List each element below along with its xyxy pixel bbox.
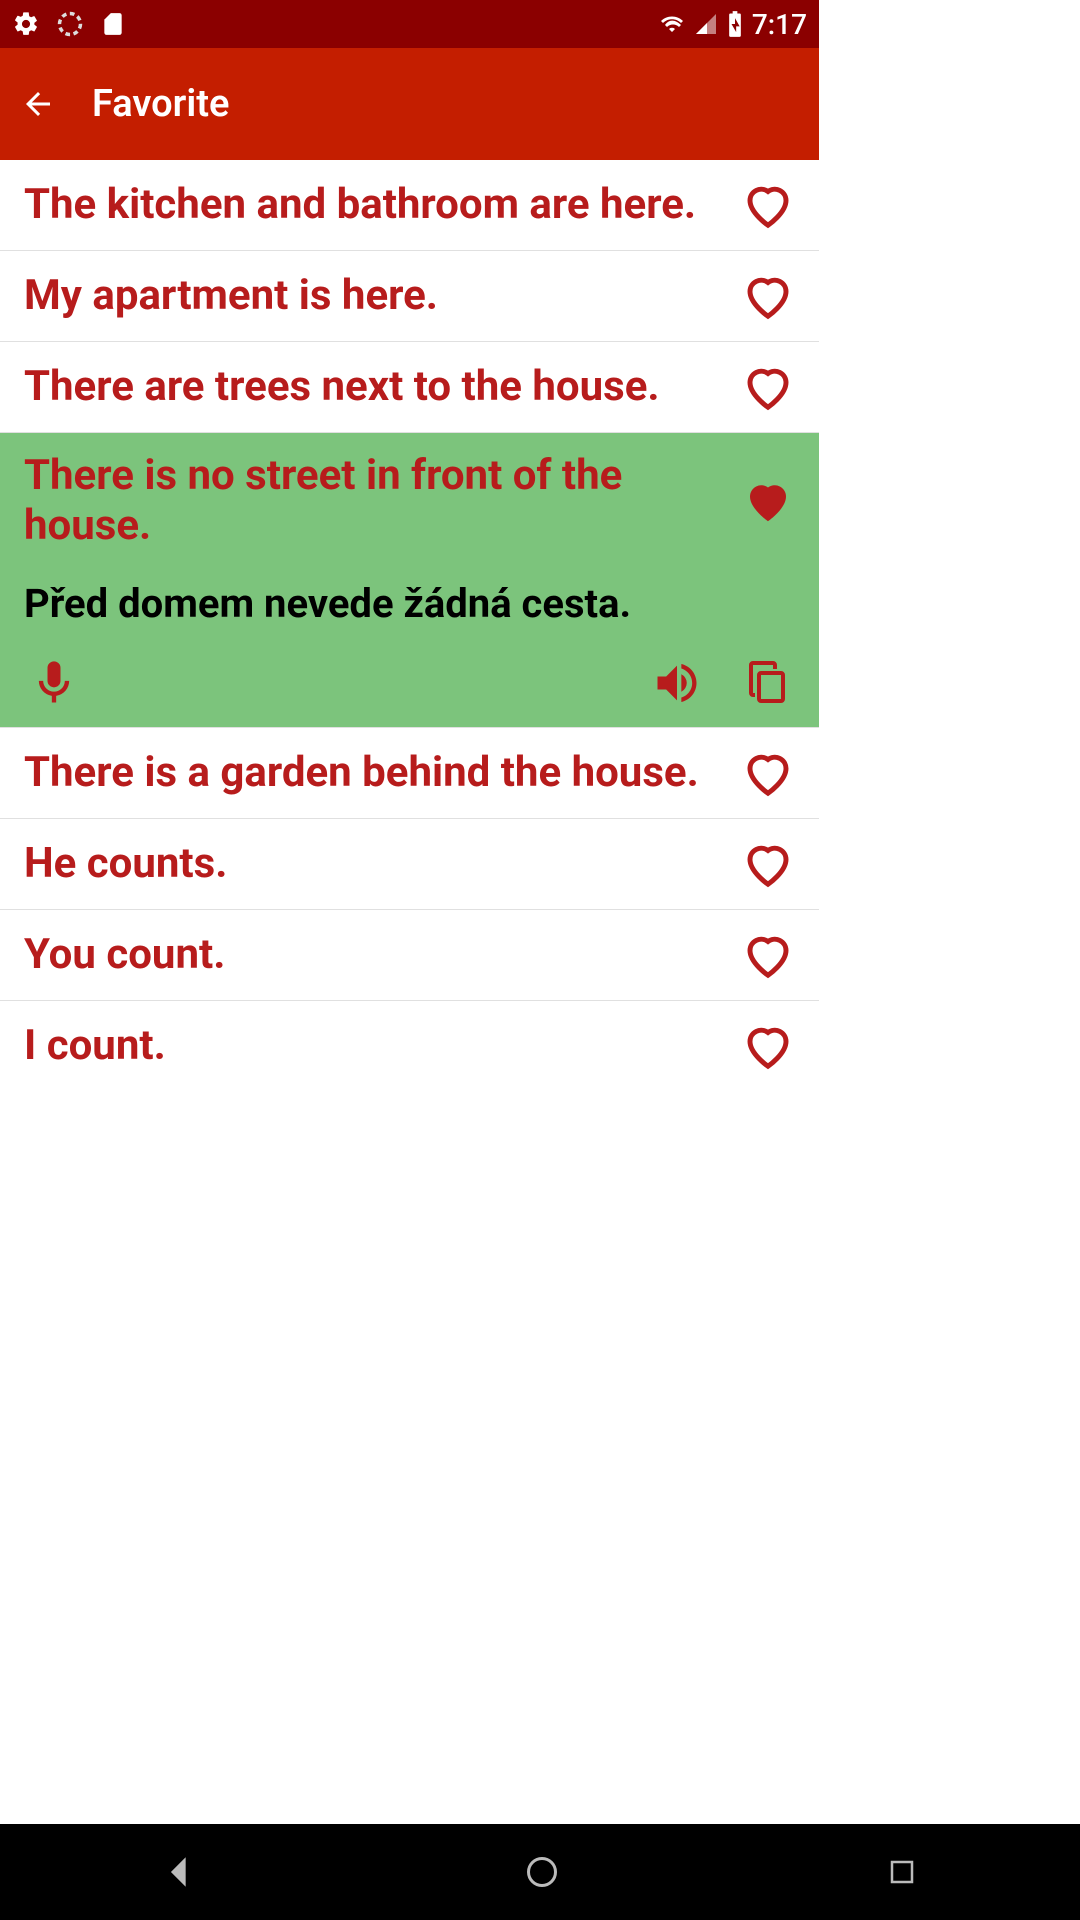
list-item[interactable]: The kitchen and bathroom are here. [0, 160, 819, 251]
page-title: Favorite [92, 82, 229, 126]
speaker-icon[interactable] [651, 657, 703, 709]
heart-outline-icon[interactable] [741, 178, 795, 232]
phrase-text: He counts. [24, 839, 725, 889]
phrase-text: I count. [24, 1021, 725, 1071]
sdcard-icon [100, 11, 126, 37]
back-button[interactable] [20, 86, 56, 122]
status-left-icons [12, 10, 126, 38]
phrase-text: The kitchen and bathroom are here. [24, 180, 725, 230]
phrase-text: There is no street in front of the house… [24, 451, 725, 552]
status-time: 7:17 [752, 8, 807, 41]
wifi-icon [658, 12, 686, 36]
translation-text: Před domem nevede žádná cesta. [24, 580, 795, 627]
microphone-icon[interactable] [28, 657, 80, 709]
heart-outline-icon[interactable] [741, 269, 795, 323]
android-nav-bar [0, 1824, 1080, 1920]
app-bar: Favorite [0, 48, 819, 160]
heart-outline-icon[interactable] [741, 1019, 795, 1073]
status-bar: 7:17 [0, 0, 819, 48]
heart-outline-icon[interactable] [741, 360, 795, 414]
spinner-icon [56, 10, 84, 38]
list-item[interactable]: You count. [0, 910, 819, 1001]
phrase-text: There are trees next to the house. [24, 362, 725, 412]
list-item[interactable]: He counts. [0, 819, 819, 910]
nav-home-icon[interactable] [524, 1854, 560, 1890]
phrase-text: You count. [24, 930, 725, 980]
item-actions [24, 647, 795, 713]
list-item[interactable]: There is a garden behind the house. [0, 728, 819, 819]
phrase-text: My apartment is here. [24, 271, 725, 321]
status-right: 7:17 [658, 8, 807, 41]
copy-icon[interactable] [743, 657, 791, 709]
heart-filled-icon[interactable] [741, 474, 795, 528]
gear-icon [12, 10, 40, 38]
heart-outline-icon[interactable] [741, 928, 795, 982]
list-item[interactable]: I count. [0, 1001, 819, 1091]
heart-outline-icon[interactable] [741, 746, 795, 800]
battery-charging-icon [726, 10, 744, 38]
nav-recent-icon[interactable] [887, 1857, 917, 1887]
phrase-text: There is a garden behind the house. [24, 748, 725, 798]
list-item[interactable]: There are trees next to the house. [0, 342, 819, 433]
nav-back-icon[interactable] [163, 1855, 197, 1889]
cell-signal-icon [694, 12, 718, 36]
list-item[interactable]: My apartment is here. [0, 251, 819, 342]
heart-outline-icon[interactable] [741, 837, 795, 891]
favorites-list: The kitchen and bathroom are here. My ap… [0, 160, 819, 1091]
list-item-expanded[interactable]: There is no street in front of the house… [0, 433, 819, 728]
